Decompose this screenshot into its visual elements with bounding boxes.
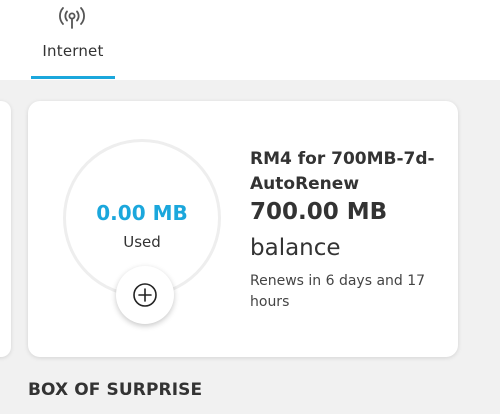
section-title: BOX OF SURPRISE: [28, 380, 203, 400]
usage-value: 0.00 MB: [96, 201, 188, 225]
previous-plan-card[interactable]: [0, 101, 11, 357]
tab-internet[interactable]: Internet: [31, 0, 115, 80]
plan-card[interactable]: 0.00 MB Used RM4 for 700MB-7d-AutoRenew …: [28, 101, 458, 357]
broadcast-icon: [56, 3, 88, 31]
tab-internet-label: Internet: [42, 42, 104, 60]
active-tab-indicator: [31, 76, 115, 79]
add-data-button[interactable]: [116, 266, 174, 324]
plus-circle-icon: [133, 283, 157, 307]
plan-name: RM4 for 700MB-7d-AutoRenew: [250, 149, 435, 194]
balance-label: balance: [250, 235, 341, 261]
renewal-text: Renews in 6 days and 17 hours: [250, 273, 426, 310]
tab-header: Internet: [0, 0, 500, 80]
usage-label: Used: [123, 233, 161, 251]
balance-value: 700.00 MB: [250, 199, 388, 225]
